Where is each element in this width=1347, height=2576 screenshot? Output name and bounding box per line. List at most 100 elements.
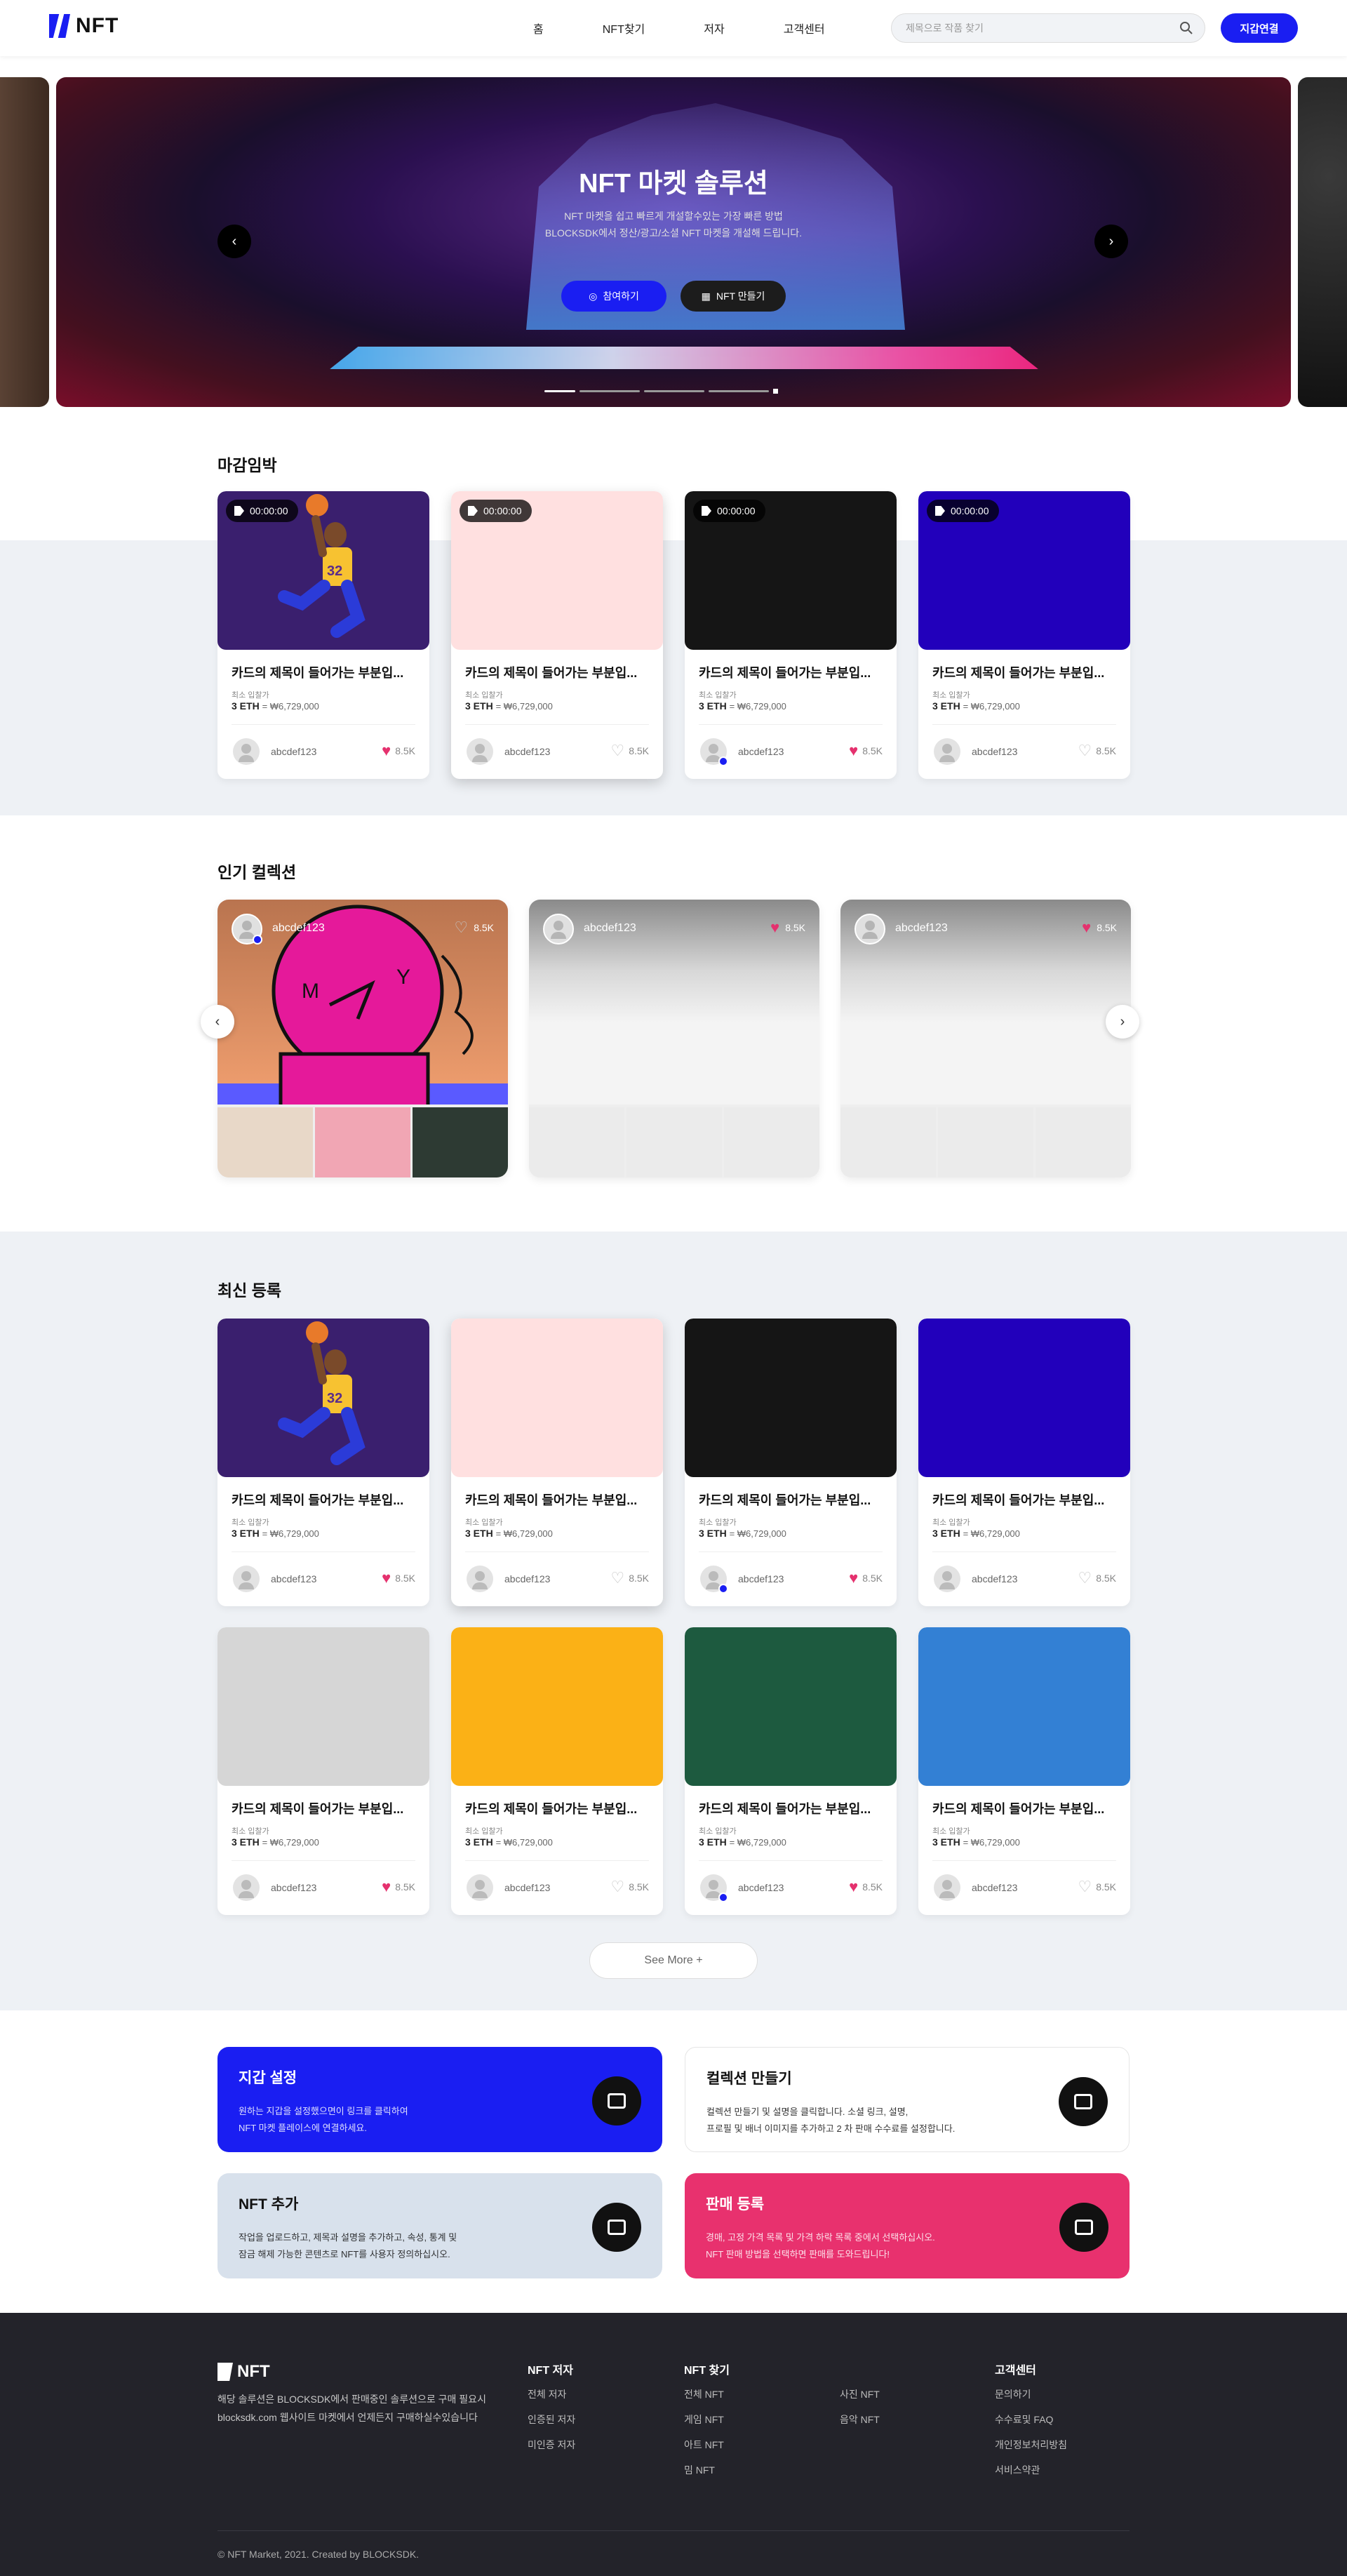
- nft-title[interactable]: 카드의 제목이 들어가는 부분입...: [232, 1490, 421, 1509]
- heart-icon[interactable]: ♡: [610, 1570, 624, 1586]
- nft-image[interactable]: 00:00:00: [918, 491, 1130, 650]
- nft-title[interactable]: 카드의 제목이 들어가는 부분입...: [465, 1799, 655, 1817]
- avatar[interactable]: [232, 914, 262, 945]
- avatar[interactable]: [233, 738, 260, 765]
- wallet-icon[interactable]: [592, 2076, 641, 2125]
- site-logo[interactable]: NFT: [49, 14, 119, 38]
- nft-image[interactable]: 00:00:00: [685, 491, 897, 650]
- image-icon[interactable]: [592, 2203, 641, 2252]
- like-toggle[interactable]: ♡ 8.5K: [610, 1570, 649, 1586]
- heart-icon[interactable]: ♥: [382, 1570, 391, 1586]
- heart-icon[interactable]: ♡: [1078, 743, 1092, 759]
- footer-link[interactable]: 인증된 저자: [528, 2413, 575, 2438]
- footer-link[interactable]: 수수료및 FAQ: [995, 2413, 1067, 2438]
- nft-card[interactable]: 카드의 제목이 들어가는 부분입... 최소 입찰가 3 ETH = ₩6,72…: [685, 1319, 897, 1606]
- like-toggle[interactable]: ♡ 8.5K: [1078, 743, 1116, 759]
- collections-prev-arrow-icon[interactable]: ‹: [201, 1005, 234, 1039]
- collection-like[interactable]: ♥ 8.5K: [770, 920, 805, 935]
- collection-like[interactable]: ♡ 8.5K: [454, 920, 494, 935]
- card-username[interactable]: abcdef123: [738, 746, 784, 757]
- footer-link[interactable]: 전체 NFT: [684, 2387, 730, 2413]
- nft-title[interactable]: 카드의 제목이 들어가는 부분입...: [932, 1799, 1122, 1817]
- heart-icon[interactable]: ♥: [1082, 920, 1091, 935]
- avatar[interactable]: [700, 1566, 728, 1594]
- nft-image[interactable]: [685, 1627, 897, 1786]
- search-input[interactable]: 제목으로 작품 찾기: [891, 13, 1205, 43]
- footer-link[interactable]: 밈 NFT: [684, 2463, 730, 2488]
- nft-image[interactable]: 32 00:00:00: [217, 491, 429, 650]
- avatar[interactable]: [934, 1874, 960, 1901]
- collection-user[interactable]: abcdef123: [895, 922, 948, 935]
- heart-icon[interactable]: ♡: [454, 920, 468, 935]
- collection-card[interactable]: abcdef123 ♥ 8.5K: [529, 900, 819, 1177]
- footer-logo[interactable]: NFT: [217, 2362, 270, 2382]
- avatar[interactable]: [700, 1874, 728, 1902]
- card-username[interactable]: abcdef123: [504, 1882, 550, 1893]
- nft-card[interactable]: 32 카드의 제목이 들어가는 부분입... 최소 입찰가 3 ETH = ₩6,…: [217, 1319, 429, 1606]
- nav-support[interactable]: 고객센터: [784, 20, 825, 36]
- search-icon[interactable]: [1179, 21, 1193, 35]
- like-toggle[interactable]: ♥ 8.5K: [849, 1879, 883, 1895]
- nft-image[interactable]: [918, 1319, 1130, 1477]
- avatar[interactable]: [467, 1874, 493, 1901]
- like-toggle[interactable]: ♥ 8.5K: [382, 1570, 415, 1586]
- footer-link[interactable]: 게임 NFT: [684, 2413, 730, 2438]
- nft-title[interactable]: 카드의 제목이 들어가는 부분입...: [932, 663, 1122, 681]
- nft-title[interactable]: 카드의 제목이 들어가는 부분입...: [699, 1799, 888, 1817]
- feature-card[interactable]: NFT 추가 작업을 업로드하고, 제목과 설명을 추가하고, 속성, 통계 및…: [217, 2173, 662, 2278]
- nft-title[interactable]: 카드의 제목이 들어가는 부분입...: [699, 1490, 888, 1509]
- nft-image[interactable]: 32: [217, 1319, 429, 1477]
- avatar[interactable]: [233, 1874, 260, 1901]
- heart-icon[interactable]: ♡: [610, 1879, 624, 1895]
- collection-card[interactable]: M Y abcdef123 ♡ 8.5K: [217, 900, 508, 1177]
- nft-card[interactable]: 카드의 제목이 들어가는 부분입... 최소 입찰가 3 ETH = ₩6,72…: [918, 1319, 1130, 1606]
- heart-icon[interactable]: ♡: [610, 743, 624, 759]
- nav-home[interactable]: 홈: [533, 20, 544, 36]
- hero-next-arrow-icon[interactable]: ›: [1094, 225, 1128, 258]
- card-username[interactable]: abcdef123: [972, 1882, 1017, 1893]
- nft-title[interactable]: 카드의 제목이 들어가는 부분입...: [465, 663, 655, 681]
- footer-link[interactable]: 개인정보처리방침: [995, 2438, 1067, 2463]
- card-username[interactable]: abcdef123: [271, 1573, 316, 1584]
- card-username[interactable]: abcdef123: [504, 746, 550, 757]
- nft-image[interactable]: 00:00:00: [451, 491, 663, 650]
- footer-link[interactable]: 전체 저자: [528, 2387, 575, 2413]
- heart-icon[interactable]: ♥: [849, 1879, 858, 1895]
- avatar[interactable]: [855, 914, 885, 945]
- nft-title[interactable]: 카드의 제목이 들어가는 부분입...: [465, 1490, 655, 1509]
- card-username[interactable]: abcdef123: [972, 746, 1017, 757]
- cart-icon[interactable]: [1059, 2203, 1108, 2252]
- like-toggle[interactable]: ♥ 8.5K: [849, 1570, 883, 1586]
- see-more-button[interactable]: See More +: [589, 1942, 758, 1979]
- nft-card[interactable]: 32 00:00:00 카드의 제목이 들어가는 부분입... 최소 입찰가 3 E…: [217, 491, 429, 779]
- nft-card[interactable]: 00:00:00 카드의 제목이 들어가는 부분입... 최소 입찰가 3 ETH…: [451, 491, 663, 779]
- nav-find-nft[interactable]: NFT찾기: [603, 20, 645, 36]
- avatar[interactable]: [934, 1566, 960, 1592]
- pagination-dot[interactable]: [709, 390, 769, 392]
- nft-card[interactable]: 카드의 제목이 들어가는 부분입... 최소 입찰가 3 ETH = ₩6,72…: [217, 1627, 429, 1915]
- nft-image[interactable]: [918, 1627, 1130, 1786]
- avatar[interactable]: [467, 1566, 493, 1592]
- feature-card[interactable]: 판매 등록 경매, 고정 가격 목록 및 가격 하락 목록 중에서 선택하십시오…: [685, 2173, 1130, 2278]
- like-toggle[interactable]: ♥ 8.5K: [382, 743, 415, 759]
- nft-title[interactable]: 카드의 제목이 들어가는 부분입...: [232, 1799, 421, 1817]
- footer-link[interactable]: 음악 NFT: [840, 2413, 880, 2438]
- heart-icon[interactable]: ♥: [770, 920, 779, 935]
- card-username[interactable]: abcdef123: [271, 746, 316, 757]
- card-username[interactable]: abcdef123: [738, 1882, 784, 1893]
- collection-card[interactable]: abcdef123 ♥ 8.5K: [840, 900, 1131, 1177]
- nft-card[interactable]: 카드의 제목이 들어가는 부분입... 최소 입찰가 3 ETH = ₩6,72…: [918, 1627, 1130, 1915]
- footer-link[interactable]: 아트 NFT: [684, 2438, 730, 2463]
- collections-next-arrow-icon[interactable]: ›: [1106, 1005, 1139, 1039]
- nft-title[interactable]: 카드의 제목이 들어가는 부분입...: [932, 1490, 1122, 1509]
- nft-image[interactable]: [451, 1319, 663, 1477]
- grid-icon[interactable]: [1059, 2077, 1108, 2126]
- nft-image[interactable]: [217, 1627, 429, 1786]
- nft-title[interactable]: 카드의 제목이 들어가는 부분입...: [232, 663, 421, 681]
- card-username[interactable]: abcdef123: [738, 1573, 784, 1584]
- feature-card[interactable]: 지갑 설정 원하는 지갑을 설정했으면이 링크를 클릭하여 NFT 마켓 플레이스…: [217, 2047, 662, 2152]
- pagination-dot[interactable]: [579, 390, 640, 392]
- footer-link[interactable]: 문의하기: [995, 2387, 1067, 2413]
- nft-image[interactable]: [685, 1319, 897, 1477]
- heart-icon[interactable]: ♥: [382, 743, 391, 759]
